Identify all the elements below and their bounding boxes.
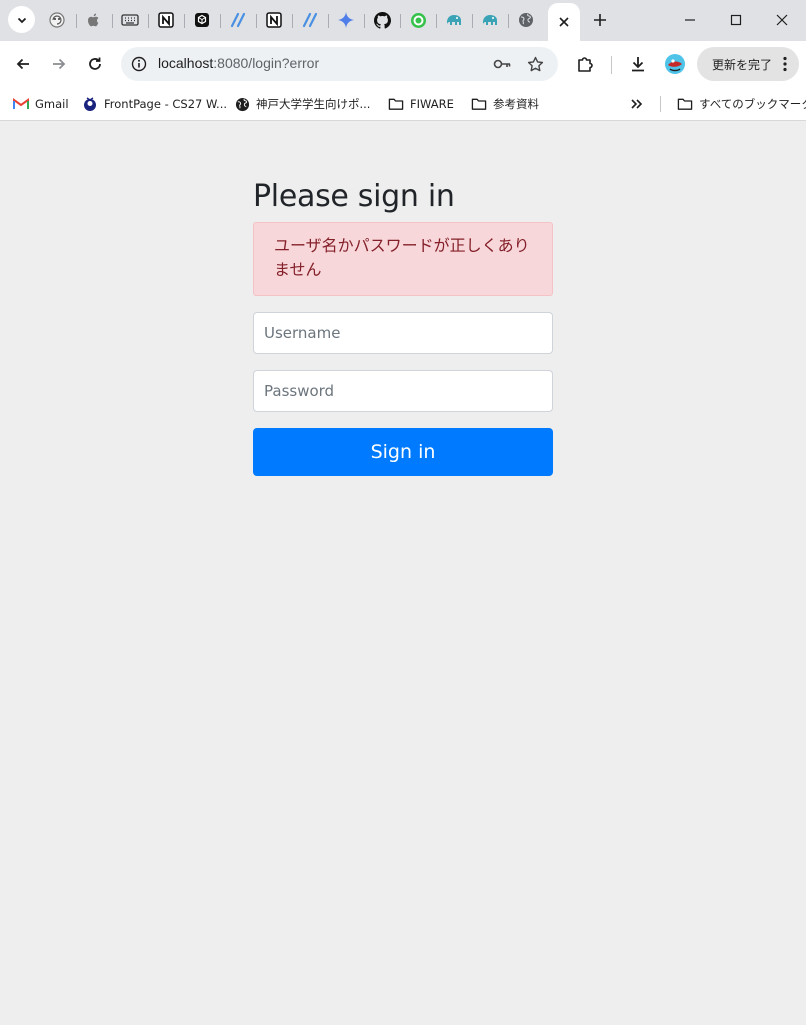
forward-button[interactable]: [45, 50, 73, 78]
signin-form: Please sign in ユーザ名かパスワードが正しくありません Sign …: [253, 177, 553, 476]
bookmark-folder-fiware[interactable]: FIWARE: [388, 93, 454, 115]
close-icon: [776, 14, 788, 26]
tab-11[interactable]: [400, 6, 436, 34]
tab-2[interactable]: [76, 6, 112, 34]
slash-logo-icon: [301, 12, 319, 28]
bookmark-kobe-univ[interactable]: 神戸大学学生向けポ...: [234, 93, 370, 115]
bookmarks-bar: Gmail FrontPage - CS27 W... 神戸大学学生向けポ...…: [0, 87, 806, 121]
notion-icon: [158, 12, 174, 28]
globe-icon: [234, 96, 250, 112]
folder-icon: [677, 96, 693, 112]
tab-10[interactable]: [364, 6, 400, 34]
plus-icon: [593, 13, 607, 27]
extensions-button[interactable]: [573, 52, 597, 76]
bookmark-label: FIWARE: [410, 97, 454, 111]
close-window-button[interactable]: [760, 6, 804, 34]
slash-logo-icon: [229, 12, 247, 28]
tab-9[interactable]: [328, 6, 364, 34]
sign-in-button[interactable]: Sign in: [253, 428, 553, 476]
avatar-icon: [664, 53, 686, 75]
error-alert: ユーザ名かパスワードが正しくありません: [253, 222, 553, 296]
arrow-right-icon: [51, 56, 67, 72]
tab-13[interactable]: [472, 6, 508, 34]
bookmarks-overflow-button[interactable]: [629, 93, 651, 115]
gmail-icon: [13, 96, 29, 112]
globe-icon: [518, 12, 534, 28]
back-button[interactable]: [9, 50, 37, 78]
url-text[interactable]: localhost:8080/login?error: [158, 55, 319, 71]
maximize-icon: [730, 14, 742, 26]
url-host: localhost: [158, 55, 214, 71]
bookmark-label: Gmail: [35, 97, 69, 111]
spiral-character-icon: [48, 11, 66, 29]
tab-7[interactable]: [256, 6, 292, 34]
bookmark-label: FrontPage - CS27 W...: [104, 97, 228, 111]
elephant-icon: [445, 12, 463, 28]
bookmark-star-icon[interactable]: [525, 54, 545, 74]
reload-icon: [87, 56, 103, 72]
close-icon[interactable]: [558, 16, 570, 28]
page-title: Please sign in: [253, 179, 455, 214]
bookmark-label: 神戸大学学生向けポ...: [256, 97, 371, 111]
bookmark-folder-references[interactable]: 参考資料: [471, 93, 539, 115]
address-bar[interactable]: localhost:8080/login?error: [121, 47, 558, 81]
arrow-left-icon: [15, 56, 31, 72]
username-input[interactable]: [253, 312, 553, 354]
download-icon: [629, 55, 647, 73]
all-bookmarks-label: すべてのブックマーク: [699, 97, 806, 111]
tab-6[interactable]: [220, 6, 256, 34]
tab-active[interactable]: [548, 3, 580, 41]
maximize-button[interactable]: [714, 6, 758, 34]
folder-icon: [388, 96, 404, 112]
cube-icon: [194, 12, 210, 28]
downloads-button[interactable]: [626, 52, 650, 76]
tab-12[interactable]: [436, 6, 472, 34]
site-favicon-icon: [82, 96, 98, 112]
browser-toolbar: localhost:8080/login?error 更新を完了: [0, 41, 806, 87]
site-info-icon[interactable]: [129, 54, 149, 74]
minimize-button[interactable]: [668, 6, 712, 34]
tab-5[interactable]: [184, 6, 220, 34]
page-content: Please sign in ユーザ名かパスワードが正しくありません Sign …: [0, 122, 806, 1025]
keyboard-icon: [121, 13, 139, 27]
notion-icon: [266, 12, 282, 28]
gemini-sparkle-icon: [338, 12, 354, 28]
profile-avatar[interactable]: [663, 52, 687, 76]
tab-search-button[interactable]: [8, 6, 35, 33]
tab-strip: [0, 0, 806, 41]
kebab-menu-icon[interactable]: [783, 56, 787, 72]
chevron-down-icon: [16, 14, 28, 26]
double-chevron-right-icon: [629, 96, 645, 112]
bookmark-gmail[interactable]: Gmail: [13, 93, 69, 115]
new-tab-button[interactable]: [588, 8, 612, 32]
tab-14[interactable]: [508, 6, 544, 34]
url-path: :8080/login?error: [213, 55, 320, 71]
error-message: ユーザ名かパスワードが正しくありません: [274, 236, 530, 279]
update-button[interactable]: 更新を完了: [697, 47, 799, 81]
reload-button[interactable]: [81, 50, 109, 78]
green-circle-icon: [410, 12, 427, 29]
apple-icon: [86, 12, 102, 28]
tab-8[interactable]: [292, 6, 328, 34]
elephant-icon: [481, 12, 499, 28]
password-key-icon[interactable]: [492, 54, 512, 74]
bookmark-label: 参考資料: [493, 97, 539, 111]
puzzle-icon: [576, 55, 594, 73]
folder-icon: [471, 96, 487, 112]
minimize-icon: [684, 14, 696, 26]
github-icon: [373, 11, 391, 29]
all-bookmarks-folder[interactable]: すべてのブックマーク: [677, 93, 806, 115]
password-input[interactable]: [253, 370, 553, 412]
tab-3[interactable]: [112, 6, 148, 34]
bookmark-frontpage[interactable]: FrontPage - CS27 W...: [82, 93, 227, 115]
update-button-label: 更新を完了: [712, 57, 773, 72]
tab-4[interactable]: [148, 6, 184, 34]
tab-1[interactable]: [39, 6, 75, 34]
